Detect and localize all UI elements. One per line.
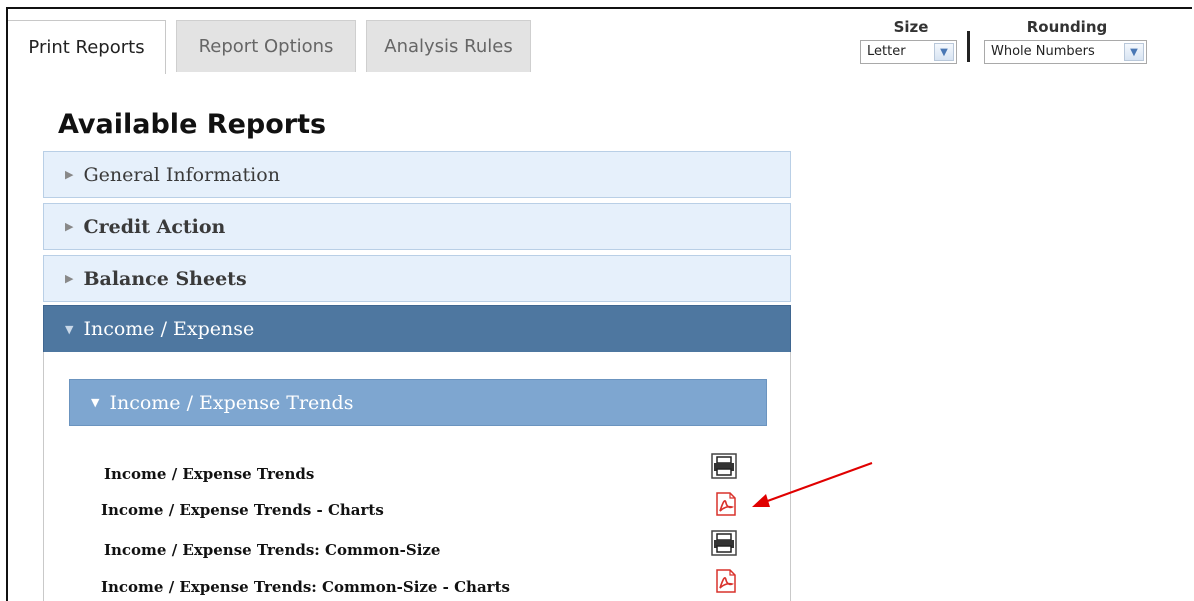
section-label: Income / Expense bbox=[83, 318, 255, 340]
pdf-icon[interactable] bbox=[715, 569, 737, 593]
section-balance-sheets[interactable]: ▶ Balance Sheets bbox=[43, 255, 791, 302]
section-label: Balance Sheets bbox=[83, 267, 247, 290]
report-link[interactable]: Income / Expense Trends - Charts bbox=[101, 501, 384, 519]
triangle-down-icon: ▼ bbox=[91, 396, 100, 409]
rounding-select[interactable]: Whole Numbers ▼ bbox=[984, 40, 1147, 64]
size-select[interactable]: Letter ▼ bbox=[860, 40, 957, 64]
chevron-down-icon[interactable]: ▼ bbox=[1124, 43, 1144, 61]
chevron-down-icon[interactable]: ▼ bbox=[934, 43, 954, 61]
section-income-expense[interactable]: ▼ Income / Expense bbox=[43, 305, 791, 353]
pdf-icon[interactable] bbox=[715, 492, 737, 516]
section-credit-action[interactable]: ▶ Credit Action bbox=[43, 203, 791, 250]
rounding-value: Whole Numbers bbox=[991, 44, 1095, 59]
size-value: Letter bbox=[867, 44, 906, 59]
report-link[interactable]: Income / Expense Trends: Common-Size bbox=[104, 541, 440, 559]
tab-analysis-rules[interactable]: Analysis Rules bbox=[366, 20, 531, 72]
subsection-label: Income / Expense Trends bbox=[109, 391, 354, 414]
triangle-down-icon: ▼ bbox=[65, 322, 74, 336]
report-link[interactable]: Income / Expense Trends bbox=[104, 465, 314, 483]
triangle-right-icon: ▶ bbox=[65, 168, 74, 181]
subsection-income-expense-trends[interactable]: ▼ Income / Expense Trends bbox=[69, 379, 767, 426]
annotation-arrow-icon bbox=[752, 462, 873, 507]
tab-report-options[interactable]: Report Options bbox=[176, 20, 356, 72]
tab-print-reports[interactable]: Print Reports bbox=[8, 20, 166, 74]
page-title: Available Reports bbox=[58, 109, 327, 140]
control-separator bbox=[967, 31, 970, 62]
triangle-right-icon: ▶ bbox=[65, 272, 74, 285]
report-link[interactable]: Income / Expense Trends: Common-Size - C… bbox=[101, 578, 510, 596]
rounding-label: Rounding bbox=[1026, 18, 1108, 36]
printer-icon[interactable] bbox=[711, 453, 737, 479]
printer-icon[interactable] bbox=[711, 530, 737, 556]
size-label: Size bbox=[893, 18, 929, 36]
section-label: Credit Action bbox=[83, 215, 226, 238]
triangle-right-icon: ▶ bbox=[65, 220, 74, 233]
section-general-information[interactable]: ▶ General Information bbox=[43, 151, 791, 198]
section-label: General Information bbox=[83, 163, 280, 186]
